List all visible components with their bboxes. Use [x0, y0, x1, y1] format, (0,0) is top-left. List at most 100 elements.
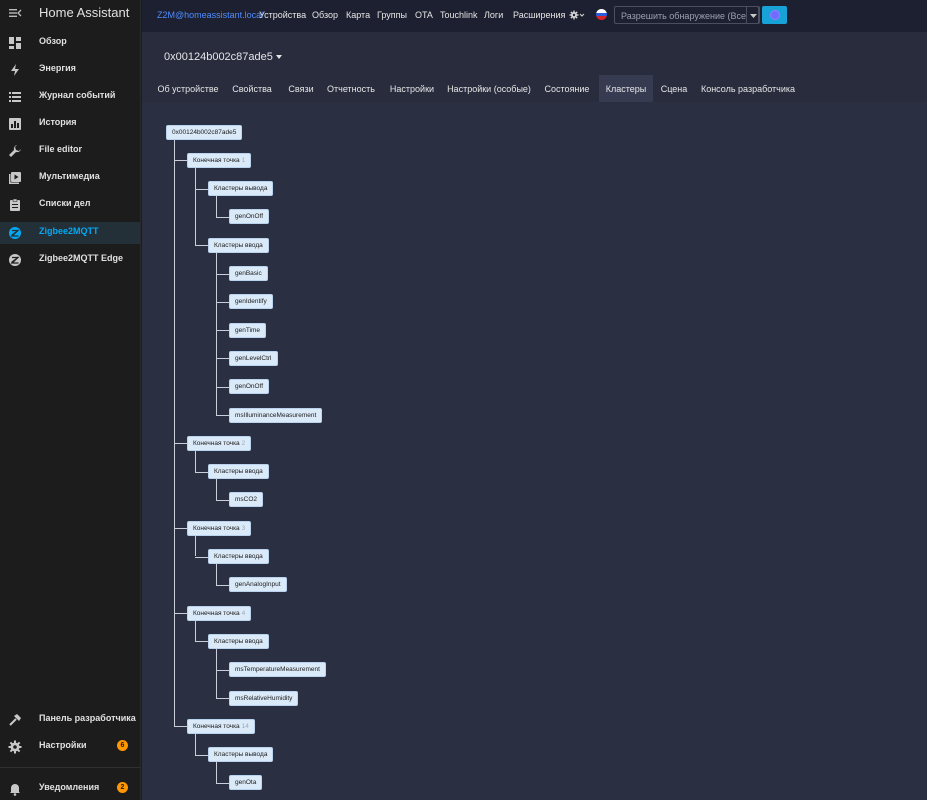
endpoint-id: 2	[241, 439, 246, 447]
endpoint-node: Конечная точка 2	[187, 435, 252, 451]
nav-link-logs[interactable]: Логи	[484, 10, 503, 20]
tree-connector	[216, 564, 217, 585]
tree-connector	[174, 613, 187, 615]
sidebar-item-settings[interactable]: Настройки 6	[0, 736, 140, 758]
nav-link-extensions[interactable]: Расширения	[513, 10, 565, 20]
cluster-node: genOnOff	[229, 379, 270, 395]
tree-connector	[216, 358, 229, 360]
tree-connector	[195, 535, 196, 557]
gear-icon	[8, 740, 22, 754]
permit-join-dropdown[interactable]	[746, 6, 759, 24]
sidebar-item-overview[interactable]: Обзор	[0, 32, 140, 54]
cluster-node: msIlluminanceMeasurement	[229, 407, 323, 423]
cluster-node-label: msIlluminanceMeasurement	[235, 411, 317, 419]
tab-exposes[interactable]: Свойства	[228, 75, 276, 102]
device-selector[interactable]: 0x00124b002c87ade5	[164, 51, 282, 63]
tab-state[interactable]: Состояние	[542, 75, 592, 102]
sidebar-item-history[interactable]: История	[0, 113, 140, 135]
sidebar-item-media[interactable]: Мультимедиа	[0, 167, 140, 189]
language-flag-icon[interactable]	[596, 9, 607, 20]
tree-connector	[174, 528, 187, 530]
endpoint-node: Конечная точка 14	[187, 718, 255, 734]
endpoint-id: 14	[241, 722, 249, 730]
tree-connector	[216, 301, 229, 303]
permit-join-select[interactable]: Разрешить обнаружение (Все)	[614, 6, 760, 24]
sidebar-item-zigbee2mqtt[interactable]: Zigbee2MQTT	[0, 222, 140, 244]
tree-connector	[216, 273, 229, 275]
nav-link-dashboard[interactable]: Обзор	[312, 10, 338, 20]
hammer-icon	[9, 714, 21, 726]
cluster-node: msCO2	[229, 492, 264, 508]
nav-brand-link[interactable]: Z2M@homeassistant.local	[157, 10, 263, 20]
device-tabs: Об устройстве Свойства Связи Отчетность …	[142, 75, 927, 102]
nav-link-map[interactable]: Карта	[346, 10, 370, 20]
cluster-node-label: genAnalogInput	[235, 581, 281, 589]
sidebar-item-notifications[interactable]: Уведомления 2	[0, 778, 140, 800]
nav-link-groups[interactable]: Группы	[377, 10, 407, 20]
chart-box-icon	[9, 118, 21, 130]
tree-connector	[216, 499, 229, 501]
sidebar-item-developer-tools[interactable]: Панель разработчика	[0, 709, 140, 731]
chevron-down-icon	[275, 55, 282, 60]
endpoint-node-label: Конечная точка	[193, 439, 240, 447]
tab-settings-specific[interactable]: Настройки (особые)	[446, 75, 532, 102]
top-navigation: Z2M@homeassistant.local Устройства Обзор…	[142, 0, 927, 32]
tree-connector	[216, 648, 217, 698]
cluster-node-label: msTemperatureMeasurement	[235, 666, 320, 674]
tab-bind[interactable]: Связи	[282, 75, 320, 102]
cluster-node: genIdentify	[229, 294, 273, 310]
dashboard-icon	[9, 37, 21, 49]
sidebar-item-label: Zigbee2MQTT Edge	[39, 253, 124, 263]
cluster-group-node-label: Кластеры ввода	[214, 241, 263, 249]
cluster-node-label: genLevelCtrl	[235, 354, 272, 362]
nav-link-touchlink[interactable]: Touchlink	[440, 10, 478, 20]
nav-link-devices[interactable]: Устройства	[259, 10, 306, 20]
menu-collapse-icon[interactable]	[8, 6, 22, 20]
sidebar-item-label: Zigbee2MQTT	[39, 226, 99, 236]
wrench-icon	[9, 145, 21, 157]
tab-dev-console[interactable]: Консоль разработчика	[700, 75, 796, 102]
sidebar-item-todo[interactable]: Списки дел	[0, 194, 140, 216]
cluster-node: genTime	[229, 322, 267, 338]
cluster-group-node: Кластеры вывода	[208, 747, 274, 763]
sidebar-item-label: Энергия	[39, 63, 76, 73]
cluster-group-node-label: Кластеры вывода	[214, 185, 268, 193]
cluster-group-node: Кластеры ввода	[208, 464, 269, 480]
tab-scene[interactable]: Сцена	[658, 75, 690, 102]
tab-reporting[interactable]: Отчетность	[324, 75, 378, 102]
sidebar-item-logbook[interactable]: Журнал событий	[0, 86, 140, 108]
sidebar-item-file-editor[interactable]: File editor	[0, 140, 140, 162]
sidebar-divider	[0, 767, 141, 768]
cluster-group-node: Кластеры вывода	[208, 181, 274, 197]
sidebar-item-energy[interactable]: Энергия	[0, 59, 140, 81]
tab-settings[interactable]: Настройки	[386, 75, 438, 102]
cluster-node-label: genBasic	[235, 270, 262, 277]
sidebar-item-zigbee2mqtt-edge[interactable]: Zigbee2MQTT Edge	[0, 249, 140, 271]
tab-clusters[interactable]: Кластеры	[599, 75, 653, 102]
list-icon	[9, 92, 21, 102]
settings-badge: 6	[117, 740, 128, 751]
permit-join-button[interactable]	[762, 6, 787, 24]
sidebar-item-label: Обзор	[39, 36, 67, 46]
endpoint-id: 1	[241, 156, 246, 164]
tree-connector	[174, 160, 187, 162]
bell-icon	[10, 784, 20, 796]
cluster-group-node: Кластеры ввода	[208, 549, 269, 564]
tree-connector	[195, 620, 196, 642]
endpoint-node-label: Конечная точка	[193, 524, 240, 532]
nav-link-ota[interactable]: OTA	[415, 10, 433, 20]
tab-about[interactable]: Об устройстве	[155, 75, 221, 102]
tree-connector	[195, 733, 196, 755]
endpoint-node: Конечная точка 1	[187, 152, 252, 168]
sidebar-item-label: История	[39, 117, 77, 127]
tree-connector	[174, 139, 175, 727]
tree-root-node-label: 0x00124b002c87ade5	[172, 128, 237, 136]
cluster-group-node-label: Кластеры ввода	[214, 553, 263, 560]
cluster-node: genBasic	[229, 266, 268, 281]
tree-connector	[216, 479, 217, 500]
sidebar-item-label: Мультимедиа	[39, 171, 100, 181]
tree-connector	[216, 782, 229, 784]
sidebar: Home Assistant Обзор Энергия Журнал собы…	[0, 0, 141, 800]
settings-gear-icon[interactable]	[569, 10, 585, 20]
endpoint-node: Конечная точка 3	[187, 520, 252, 536]
